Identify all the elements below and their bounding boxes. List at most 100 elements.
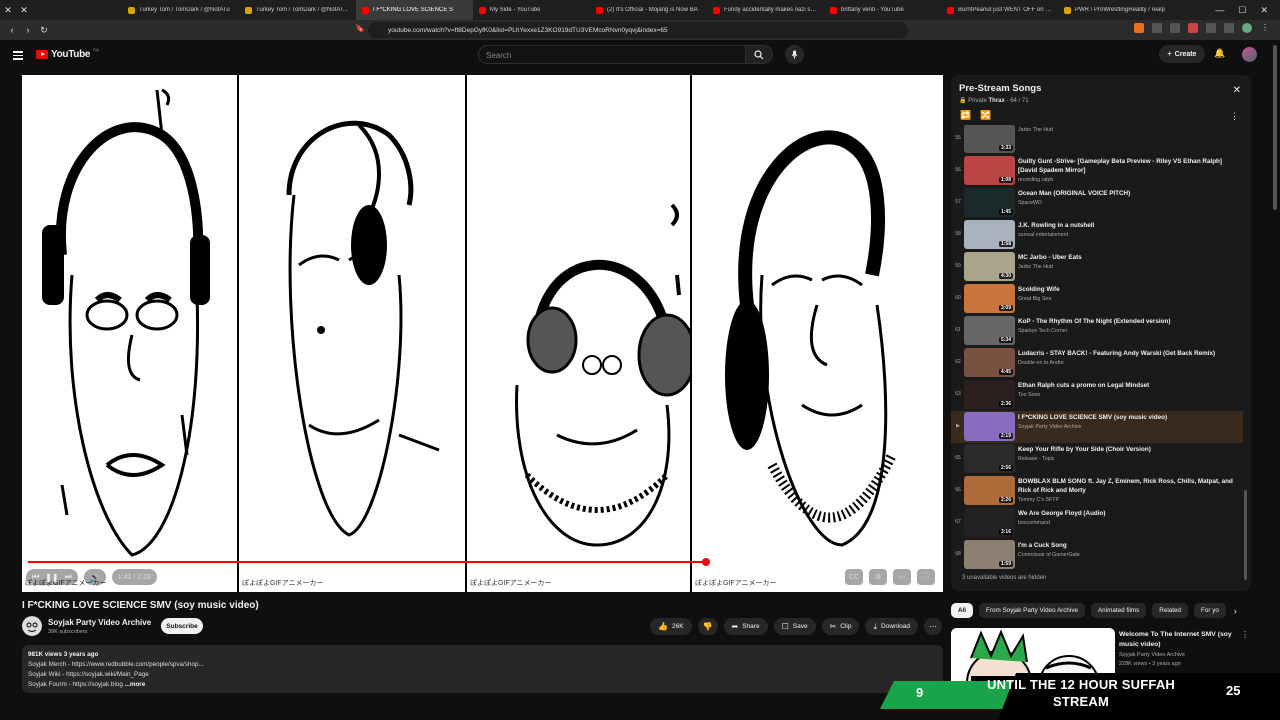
fullscreen-icon[interactable]: ⛶ <box>917 569 935 585</box>
browser-tab[interactable]: (2) It's Official - Mojang is Now BA <box>590 0 707 20</box>
dislike-button[interactable]: 👎 <box>697 618 718 635</box>
browser-tab[interactable]: Turkey Tom / TomDark / @NotATu <box>122 0 239 20</box>
playlist-item[interactable]: 61 5:34 KoP - The Rhythm Of The Night (Ext… <box>951 315 1243 347</box>
browser-tab[interactable]: PWR / ProWrestlingReality / realp <box>1058 0 1175 20</box>
youtube-logo[interactable]: YouTube CA <box>36 47 99 60</box>
playlist-item-thumbnail[interactable]: 3:16 <box>964 508 1015 537</box>
playlist-item-thumbnail[interactable]: 3:33 <box>964 125 1015 153</box>
playlist-item[interactable]: 55 3:33 Jarbo The Hutt <box>951 125 1243 155</box>
page-scrollbar[interactable] <box>1273 45 1277 210</box>
video-player[interactable]: ぽよぽよGIFアニメーカー ぽよぽよGIFアニメーカー ぽよぽよGIFアニメーカ… <box>22 75 943 592</box>
browser-tab[interactable]: I F*CKING LOVE SCIENCE S <box>356 0 473 20</box>
playlist-item[interactable]: 63 2:36 Ethan Ralph cuts a promo on Legal … <box>951 379 1243 411</box>
playlist-item[interactable]: 58 1:58 J.K. Rowling in a nutshell surreal … <box>951 219 1243 251</box>
subscribe-button[interactable]: Subscribe <box>161 618 203 634</box>
maximize-icon[interactable]: ☐ <box>1238 5 1246 16</box>
playlist-item-thumbnail[interactable]: 1:58 <box>964 220 1015 249</box>
playlist-item[interactable]: 56 1:08 Guilty Gunt -Strive- [Gameplay Bet… <box>951 155 1243 187</box>
voice-search-button[interactable] <box>785 45 804 64</box>
forward-icon[interactable]: › <box>20 25 36 35</box>
playlist-item-thumbnail[interactable]: 2:19 <box>964 412 1015 441</box>
profile-icon[interactable] <box>1242 23 1252 33</box>
filter-chip[interactable]: Animated films <box>1090 603 1147 618</box>
browser-tab[interactable]: brittany venti - YouTube <box>824 0 941 20</box>
playlist-item[interactable]: ▶ 2:19 I F*CKING LOVE SCIENCE SMV (soy mus… <box>951 411 1243 443</box>
related-video-title[interactable]: Welcome To The Internet SMV (soy music v… <box>1119 630 1237 650</box>
theater-mode-icon[interactable]: ▭ <box>893 569 911 585</box>
playlist-item[interactable]: 62 4:45 Ludacris - STAY BACK! - Featuring … <box>951 347 1243 379</box>
download-button[interactable]: ⤓ Download <box>865 618 918 635</box>
account-avatar[interactable] <box>1242 47 1257 62</box>
save-button[interactable]: ☐ Save <box>773 618 816 635</box>
extension-icon[interactable] <box>1188 23 1198 33</box>
playlist-item[interactable]: 67 3:16 We Are George Floyd (Audio) boxcomm… <box>951 507 1243 539</box>
extension-icon[interactable] <box>1170 23 1180 33</box>
browser-tab[interactable]: BurntPeanut just WENT OFF on VT <box>941 0 1058 20</box>
playlist-item[interactable]: 68 1:59 I'm a Cuck Song Commissar of GamerG… <box>951 539 1243 569</box>
playlist-item-thumbnail[interactable]: 4:30 <box>964 252 1015 281</box>
bookmark-icon[interactable]: 🔖 <box>352 24 368 33</box>
menu-icon[interactable]: ⋮ <box>1260 23 1270 33</box>
playlist-owner[interactable]: Thrax <box>989 98 1005 104</box>
hamburger-menu-icon[interactable] <box>13 51 23 62</box>
share-button[interactable]: ➦ Share <box>723 618 768 635</box>
notifications-bell-icon[interactable]: 🔔 <box>1214 48 1225 59</box>
playlist-item-thumbnail[interactable]: 2:26 <box>964 476 1015 505</box>
loop-icon[interactable]: 🔁 <box>960 110 971 121</box>
extension-icon[interactable] <box>1224 23 1234 33</box>
description-box[interactable]: 981K views 3 years ago Soyjak Merch - ht… <box>22 645 943 693</box>
playlist-item[interactable]: 60 3:09 Scolding Wife Great Big Sea <box>951 283 1243 315</box>
playlist-item-thumbnail[interactable]: 1:45 <box>964 188 1015 217</box>
extension-icon[interactable] <box>1206 23 1216 33</box>
reload-icon[interactable]: ↻ <box>36 25 52 36</box>
chevron-right-icon[interactable]: › <box>1234 606 1237 616</box>
tab-list-icon[interactable]: ✕ <box>16 5 32 16</box>
filter-chip[interactable]: For yo <box>1194 603 1226 618</box>
playlist-scrollbar[interactable] <box>1244 490 1247 580</box>
extension-icon[interactable] <box>1152 23 1162 33</box>
related-more-icon[interactable]: ⋮ <box>1241 630 1249 639</box>
playlist-item-thumbnail[interactable]: 2:56 <box>964 444 1015 473</box>
captions-icon[interactable]: CC <box>845 569 863 585</box>
playlist-more-icon[interactable]: ⋮ <box>1230 111 1239 122</box>
search-input[interactable]: Search <box>478 45 745 64</box>
channel-avatar[interactable] <box>22 616 42 636</box>
channel-name[interactable]: Soyjak Party Video Archive <box>48 618 151 627</box>
playlist-item-thumbnail[interactable]: 3:09 <box>964 284 1015 313</box>
playlist-item-thumbnail[interactable]: 4:45 <box>964 348 1015 377</box>
playlist-item-thumbnail[interactable]: 2:36 <box>964 380 1015 409</box>
next-icon[interactable]: ⏭ <box>65 572 72 582</box>
settings-gear-icon[interactable]: ⚙ <box>869 569 887 585</box>
browser-tab[interactable]: Fundy accidentally makes nazi sym <box>707 0 824 20</box>
playlist-item-thumbnail[interactable]: 5:34 <box>964 316 1015 345</box>
close-window-icon[interactable]: ✕ <box>1260 5 1268 16</box>
playlist-item[interactable]: 57 1:45 Ocean Man (ORIGINAL VOICE PITCH) Sp… <box>951 187 1243 219</box>
tab-search-icon[interactable]: ✕ <box>0 5 16 16</box>
progress-bar[interactable] <box>28 558 937 566</box>
search-button[interactable] <box>745 45 773 64</box>
playlist-item-thumbnail[interactable]: 1:59 <box>964 540 1015 569</box>
more-actions-button[interactable]: ⋯ <box>923 618 942 635</box>
extension-icon[interactable] <box>1134 23 1144 33</box>
playlist-item-thumbnail[interactable]: 1:08 <box>964 156 1015 185</box>
filter-chip[interactable]: All <box>951 603 974 618</box>
browser-tab[interactable]: My Side - YouTube <box>473 0 590 20</box>
playlist-item[interactable]: 59 4:30 MC Jarbo - Uber Eats Jarbo The Hutt <box>951 251 1243 283</box>
playlist-item[interactable]: 66 2:26 BOWBLAX BLM SONG ft. Jay Z, Eminem… <box>951 475 1243 507</box>
address-bar[interactable]: youtube.com/watch?v=ft8DepGyfK0&list=PLh… <box>368 22 908 38</box>
like-button[interactable]: 👍 26K <box>650 618 692 635</box>
back-icon[interactable]: ‹ <box>4 25 20 35</box>
minimize-icon[interactable]: — <box>1215 5 1224 16</box>
play-pause-icon[interactable]: ❚❚ <box>45 573 58 582</box>
volume-button[interactable]: 🔊 <box>83 569 106 585</box>
shuffle-icon[interactable]: 🔀 <box>980 110 991 121</box>
filter-chip[interactable]: Related <box>1152 603 1188 618</box>
create-button[interactable]: + Create <box>1159 45 1205 63</box>
filter-chip[interactable]: From Soyjak Party Video Archive <box>979 603 1085 618</box>
playlist-title[interactable]: Pre-Stream Songs <box>959 83 1041 94</box>
playlist-item[interactable]: 65 2:56 Keep Your Rifle by Your Side (Choi… <box>951 443 1243 475</box>
previous-icon[interactable]: ⏮ <box>32 572 39 582</box>
show-more-link[interactable]: ...more <box>125 681 146 688</box>
close-playlist-icon[interactable]: ✕ <box>1233 85 1241 96</box>
clip-button[interactable]: ✂ Clip <box>821 618 860 635</box>
